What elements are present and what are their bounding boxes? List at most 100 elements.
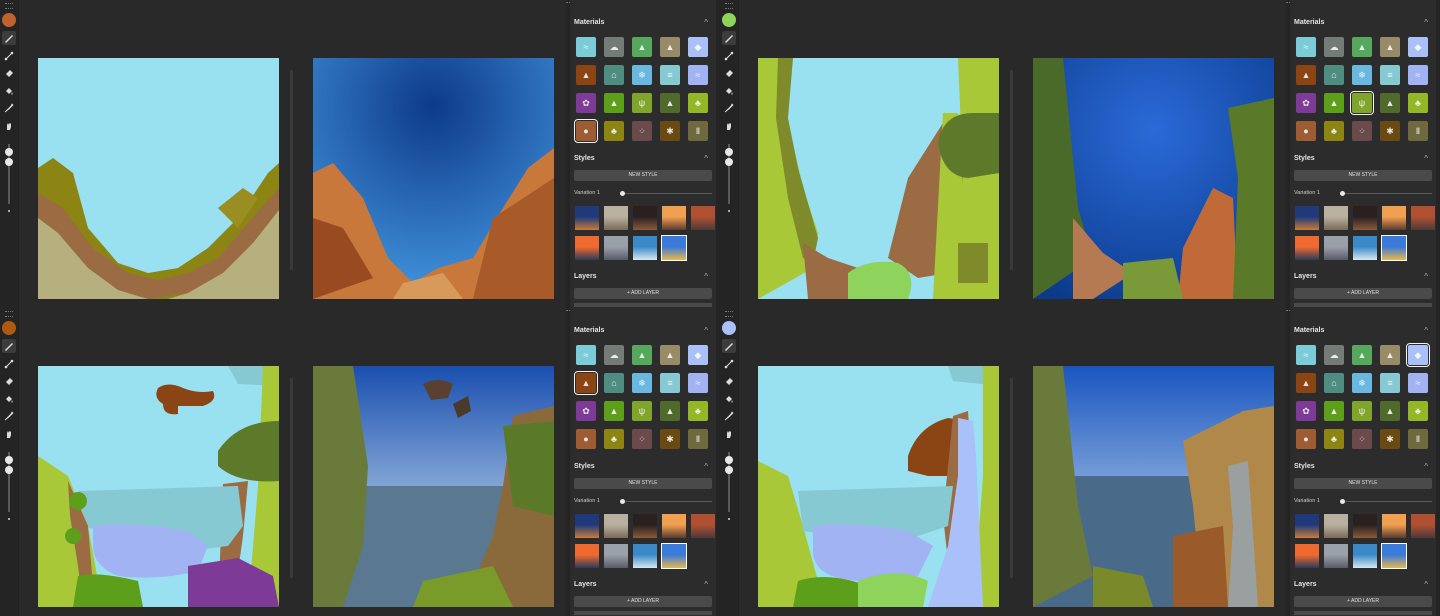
hand-tool-icon[interactable] [722,119,736,133]
material-reeds-icon[interactable]: ψ [1350,91,1374,115]
line-tool-icon[interactable] [722,357,736,371]
material-bush-icon[interactable]: ♣ [604,121,624,141]
material-bush-icon[interactable]: ♣ [1324,121,1344,141]
new-style-button[interactable]: NEW STYLE [1294,478,1432,489]
style-5-thumbnail[interactable] [1411,206,1435,230]
style-6-thumbnail[interactable] [575,236,599,260]
add-layer-button[interactable]: + ADD LAYER [574,596,712,607]
layer-item[interactable] [1294,303,1432,307]
style-4-thumbnail[interactable] [662,206,686,230]
material-sky-icon[interactable]: ◆ [1408,37,1428,57]
style-7-thumbnail[interactable] [604,236,628,260]
brush-tool-icon[interactable] [722,339,736,353]
material-sand-icon[interactable]: ✱ [660,429,680,449]
brush-size-knob[interactable] [725,148,733,156]
material-reeds-icon[interactable]: ψ [1352,401,1372,421]
material-hill-icon[interactable]: ▲ [632,37,652,57]
style-8-thumbnail[interactable] [1353,236,1377,260]
material-reeds-icon[interactable]: ψ [632,401,652,421]
styles-collapse-icon[interactable]: ^ [1424,462,1428,471]
add-layer-button[interactable]: + ADD LAYER [1294,596,1432,607]
panel-scrollbar[interactable] [1436,308,1440,616]
drag-handle[interactable] [5,3,13,9]
material-fog-icon[interactable]: ☁ [604,37,624,57]
eyedropper-tool-icon[interactable] [2,101,16,115]
material-wood-icon[interactable]: Ⅱ [1408,121,1428,141]
material-fog-icon[interactable]: ☁ [1324,37,1344,57]
material-sand-icon[interactable]: ✱ [1380,429,1400,449]
material-wood-icon[interactable]: Ⅱ [688,429,708,449]
styles-collapse-icon[interactable]: ^ [704,154,708,163]
style-5-thumbnail[interactable] [691,206,715,230]
variation-slider-knob[interactable] [620,499,625,504]
style-9-thumbnail[interactable] [661,235,687,261]
material-tree-icon[interactable]: ♣ [688,93,708,113]
material-cloud-icon[interactable]: ≈ [576,37,596,57]
style-9-thumbnail[interactable] [1381,543,1407,569]
line-tool-icon[interactable] [722,49,736,63]
material-plant-icon[interactable]: ▲ [1380,93,1400,113]
style-3-thumbnail[interactable] [1353,206,1377,230]
material-water-icon[interactable]: ≡ [660,373,680,393]
material-water-icon[interactable]: ≡ [1380,65,1400,85]
style-4-thumbnail[interactable] [1382,514,1406,538]
material-mud-icon[interactable]: ▲ [576,65,596,85]
material-tree-icon[interactable]: ♣ [1408,401,1428,421]
style-1-thumbnail[interactable] [1295,514,1319,538]
new-style-button[interactable]: NEW STYLE [574,478,712,489]
material-gravel-icon[interactable]: ⁘ [632,429,652,449]
styles-collapse-icon[interactable]: ^ [704,462,708,471]
material-fog-icon[interactable]: ☁ [1324,345,1344,365]
add-layer-button[interactable]: + ADD LAYER [574,288,712,299]
style-6-thumbnail[interactable] [575,544,599,568]
segmentation-canvas[interactable] [38,366,279,607]
styles-collapse-icon[interactable]: ^ [1424,154,1428,163]
eraser-tool-icon[interactable] [722,374,736,388]
materials-collapse-icon[interactable]: ^ [1424,18,1428,27]
materials-collapse-icon[interactable]: ^ [1424,326,1428,335]
material-wood-icon[interactable]: Ⅱ [1408,429,1428,449]
material-rock-icon[interactable]: ● [1296,429,1316,449]
new-style-button[interactable]: NEW STYLE [1294,170,1432,181]
brush-size-knob[interactable] [725,456,733,464]
materials-collapse-icon[interactable]: ^ [704,18,708,27]
style-5-thumbnail[interactable] [691,514,715,538]
material-sand-icon[interactable]: ✱ [660,121,680,141]
material-mud-icon[interactable]: ▲ [1296,373,1316,393]
brush-color-swatch[interactable] [2,13,16,27]
brush-color-swatch[interactable] [2,321,16,335]
fill-tool-icon[interactable] [2,392,16,406]
material-sea-icon[interactable]: ≈ [1408,65,1428,85]
brush-opacity-knob[interactable] [725,158,733,166]
material-mountain-icon[interactable]: ▲ [1380,345,1400,365]
style-1-thumbnail[interactable] [575,514,599,538]
material-bush-icon[interactable]: ♣ [1324,429,1344,449]
material-bush-icon[interactable]: ♣ [604,429,624,449]
line-tool-icon[interactable] [2,49,16,63]
line-tool-icon[interactable] [2,357,16,371]
material-sand-icon[interactable]: ✱ [1380,121,1400,141]
layers-collapse-icon[interactable]: ^ [704,272,708,281]
style-2-thumbnail[interactable] [604,206,628,230]
drag-handle[interactable] [5,311,13,317]
variation-slider[interactable] [620,193,712,194]
style-8-thumbnail[interactable] [633,544,657,568]
variation-slider-knob[interactable] [620,191,625,196]
style-4-thumbnail[interactable] [1382,206,1406,230]
material-plant-icon[interactable]: ▲ [1380,401,1400,421]
segmentation-canvas[interactable] [38,58,279,299]
material-hill-icon[interactable]: ▲ [632,345,652,365]
brush-tool-icon[interactable] [722,31,736,45]
material-gravel-icon[interactable]: ⁘ [632,121,652,141]
brush-color-swatch[interactable] [722,13,736,27]
layers-collapse-icon[interactable]: ^ [1424,272,1428,281]
material-sea-icon[interactable]: ≈ [688,65,708,85]
segmentation-canvas[interactable] [758,58,999,299]
style-9-thumbnail[interactable] [1381,235,1407,261]
style-2-thumbnail[interactable] [1324,206,1348,230]
material-cloud-icon[interactable]: ≈ [1296,37,1316,57]
material-sky-icon[interactable]: ◆ [688,37,708,57]
material-fog-icon[interactable]: ☁ [604,345,624,365]
eraser-tool-icon[interactable] [2,374,16,388]
material-cloud-icon[interactable]: ≈ [576,345,596,365]
